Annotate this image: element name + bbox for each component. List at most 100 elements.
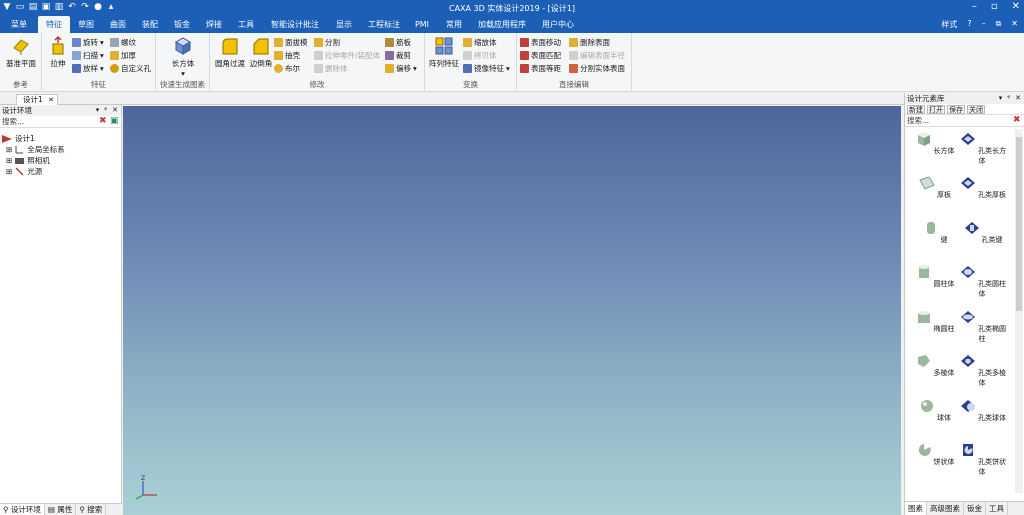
library-item-key-hole[interactable]: 孔类键 xyxy=(957,220,1007,245)
tab-search[interactable]: ⚲ 搜索 xyxy=(76,504,107,515)
tab-user-center[interactable]: 用户中心 xyxy=(536,16,580,33)
delete-body-button[interactable]: 删除体 xyxy=(314,63,348,74)
doc-close-button[interactable]: ✕ xyxy=(1011,19,1018,30)
help-icon[interactable]: ? xyxy=(967,19,971,30)
edit-face-radius-button[interactable]: 编辑表面半径 xyxy=(569,50,625,61)
tree-node-light[interactable]: ⊞ 光源 xyxy=(2,166,65,177)
boolean-button[interactable]: 布尔 xyxy=(274,63,300,74)
offset-button[interactable]: 偏移 ▾ xyxy=(385,63,417,74)
library-item-elliptic-cylinder[interactable]: 椭圆柱 xyxy=(909,309,959,334)
scrollbar-thumb[interactable] xyxy=(1016,137,1022,311)
tab-properties[interactable]: ▤ 属性 xyxy=(45,504,77,515)
library-item-sphere[interactable]: 球体 xyxy=(909,398,959,423)
tab-advanced-primitives[interactable]: 高级图素 xyxy=(927,502,964,515)
tab-tools-lib[interactable]: 工具 xyxy=(986,502,1008,515)
clear-search-icon[interactable]: ✖ xyxy=(99,117,108,126)
library-item-sphere-hole[interactable]: 孔类球体 xyxy=(957,398,1007,423)
copy-body-button[interactable]: 拷贝体 xyxy=(463,50,497,61)
doc-minimize-button[interactable]: – xyxy=(982,19,986,30)
filter-icon[interactable]: ▣ xyxy=(110,117,119,126)
library-item-slab[interactable]: 厚板 xyxy=(909,175,959,200)
tab-sheet-metal-lib[interactable]: 钣金 xyxy=(964,502,986,515)
tab-display[interactable]: 显示 xyxy=(330,16,358,33)
custom-hole-button[interactable]: 自定义孔 xyxy=(110,63,151,74)
draft-button[interactable]: 面拔模 xyxy=(274,37,308,48)
maximize-button[interactable]: ▫ xyxy=(991,1,998,12)
thicken-button[interactable]: 加厚 xyxy=(110,50,136,61)
close-tab-icon[interactable]: ✕ xyxy=(48,95,54,105)
clear-search-icon[interactable]: ✖ xyxy=(1013,116,1022,125)
pin-icon[interactable]: ᵠ xyxy=(104,105,107,116)
library-item-prism-hole[interactable]: 孔类多棱体 xyxy=(957,353,1007,388)
face-move-button[interactable]: 表面移动 xyxy=(520,37,561,48)
expand-icon[interactable]: ⊞ xyxy=(6,155,12,166)
tab-surface[interactable]: 曲面 xyxy=(104,16,132,33)
tab-load-apps[interactable]: 加载应用程序 xyxy=(472,16,532,33)
doc-restore-button[interactable]: ⧉ xyxy=(996,19,1002,30)
base-plane-button[interactable]: 基准平面 xyxy=(2,36,40,69)
tab-assembly[interactable]: 装配 xyxy=(136,16,164,33)
pin-icon[interactable]: ᵠ xyxy=(1007,93,1010,104)
library-search-box[interactable]: 搜索... ✖ xyxy=(905,115,1024,127)
library-close-button[interactable]: 关闭 xyxy=(967,105,985,114)
library-open-button[interactable]: 打开 xyxy=(927,105,945,114)
panel-dropdown-icon[interactable]: ▾ xyxy=(96,105,100,116)
close-button[interactable]: ✕ xyxy=(1012,1,1020,12)
split-button[interactable]: 分割 xyxy=(314,37,340,48)
library-item-pie-hole[interactable]: 孔类饼状体 xyxy=(957,442,1007,477)
fillet-button[interactable]: 圆角过渡 xyxy=(212,36,248,69)
expand-icon[interactable]: ⊞ xyxy=(6,144,12,155)
left-search-box[interactable]: 搜索... ✖ ▣ xyxy=(0,116,121,128)
tab-pmi[interactable]: PMI xyxy=(410,16,434,33)
stretch-part-button[interactable]: 拉伸零件/装配体 xyxy=(314,50,380,61)
library-item-cylinder-hole[interactable]: 孔类圆柱体 xyxy=(957,264,1007,299)
tab-design-environment[interactable]: ⚲ 设计环境 xyxy=(0,504,45,515)
library-scrollbar[interactable] xyxy=(1015,129,1023,493)
panel-close-icon[interactable]: ✕ xyxy=(112,105,118,116)
library-item-box[interactable]: 长方体 xyxy=(909,131,959,156)
tab-smart-annotation[interactable]: 智能设计批注 xyxy=(264,16,326,33)
tab-feature[interactable]: 特征 xyxy=(38,16,70,33)
library-item-box-hole[interactable]: 孔类长方体 xyxy=(957,131,1007,166)
style-menu[interactable]: 样式 xyxy=(941,19,957,30)
scale-button[interactable]: 缩放体 xyxy=(463,37,497,48)
rib-button[interactable]: 筋板 xyxy=(385,37,411,48)
panel-close-icon[interactable]: ✕ xyxy=(1015,93,1021,104)
library-item-prism[interactable]: 多棱体 xyxy=(909,353,959,378)
chamfer-button[interactable]: 边倒角 xyxy=(248,36,274,69)
tab-weld[interactable]: 焊接 xyxy=(200,16,228,33)
shell-button[interactable]: 抽壳 xyxy=(274,50,300,61)
tree-node-camera[interactable]: ⊞ 照相机 xyxy=(2,155,65,166)
loft-button[interactable]: 放样 ▾ xyxy=(72,63,104,74)
tab-tools[interactable]: 工具 xyxy=(232,16,260,33)
tab-sketch[interactable]: 草图 xyxy=(72,16,100,33)
face-offset-button[interactable]: 表面等距 xyxy=(520,63,561,74)
library-item-elliptic-cylinder-hole[interactable]: 孔类椭圆柱 xyxy=(957,309,1007,344)
tab-menu[interactable]: 菜单 xyxy=(4,16,34,33)
document-tab[interactable]: 设计1 ✕ xyxy=(16,94,58,105)
tab-engineering-annotation[interactable]: 工程标注 xyxy=(362,16,406,33)
expand-icon[interactable]: ⊞ xyxy=(6,166,12,177)
tree-node-global-coords[interactable]: ⊞ 全局坐标系 xyxy=(2,144,65,155)
delete-face-button[interactable]: 删除表面 xyxy=(569,37,610,48)
tab-primitives[interactable]: 图素 xyxy=(905,502,927,515)
tree-node-design1[interactable]: 设计1 xyxy=(2,133,65,144)
library-item-key[interactable]: 键 xyxy=(909,220,959,245)
thread-button[interactable]: 螺纹 xyxy=(110,37,136,48)
trim-button[interactable]: 裁剪 xyxy=(385,50,411,61)
library-item-slab-hole[interactable]: 孔类厚板 xyxy=(957,175,1007,200)
panel-dropdown-icon[interactable]: ▾ xyxy=(999,93,1003,104)
library-save-button[interactable]: 保存 xyxy=(947,105,965,114)
tab-sheetmetal[interactable]: 钣金 xyxy=(168,16,196,33)
extrude-button[interactable]: 拉伸 xyxy=(44,36,72,69)
tab-common[interactable]: 常用 xyxy=(440,16,468,33)
library-new-button[interactable]: 新建 xyxy=(907,105,925,114)
rotate-button[interactable]: 旋转 ▾ xyxy=(72,37,104,48)
library-item-pie[interactable]: 饼状体 xyxy=(909,442,959,467)
box-button[interactable]: 长方体 ▾ xyxy=(162,36,204,78)
minimize-button[interactable]: – xyxy=(972,1,977,12)
library-item-cylinder[interactable]: 圆柱体 xyxy=(909,264,959,289)
face-match-button[interactable]: 表面匹配 xyxy=(520,50,561,61)
mirror-button[interactable]: 镜像特征 ▾ xyxy=(463,63,510,74)
split-solid-face-button[interactable]: 分割实体表面 xyxy=(569,63,625,74)
